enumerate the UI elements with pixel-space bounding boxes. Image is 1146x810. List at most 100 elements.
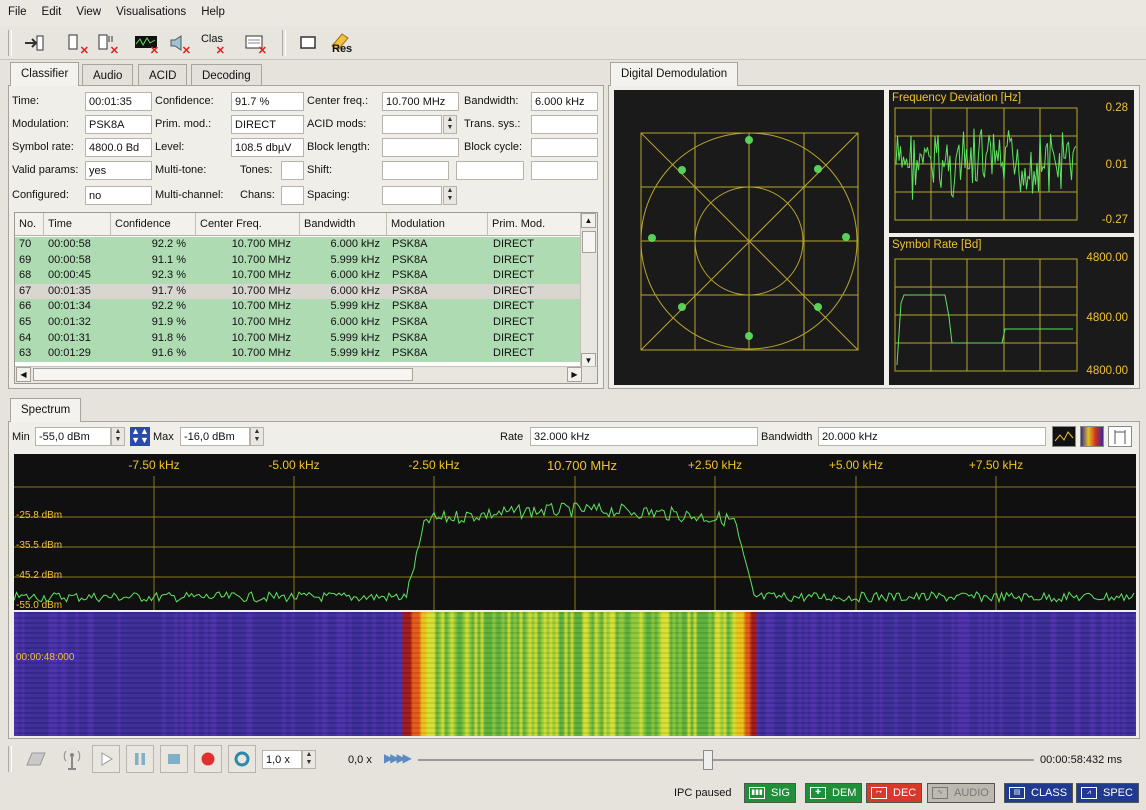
status-dec[interactable]: ↦ DEC — [866, 783, 923, 803]
link-icon[interactable]: ▲▲ ▼▼ — [130, 427, 150, 446]
max-spinner[interactable]: ▲ ▼ — [250, 427, 264, 446]
symbol-rate-field[interactable]: 4800.0 Bd — [85, 138, 152, 157]
column-header-bandwidth[interactable]: Bandwidth — [300, 213, 387, 236]
spacing-spinner[interactable]: ▲ ▼ — [443, 186, 457, 205]
table-row[interactable]: 63 00:01:29 91.6 % 10.700 MHz 5.999 kHz PSK8A… — [15, 346, 581, 362]
scroll-left-icon[interactable]: ◀ — [16, 367, 31, 382]
level-field[interactable]: 108.5 dbµV — [231, 138, 304, 157]
acid-mods-field[interactable] — [382, 115, 442, 134]
table-row[interactable]: 68 00:00:45 92.3 % 10.700 MHz 6.000 kHz PSK8A… — [15, 268, 581, 284]
time-field[interactable]: 00:01:35 — [85, 92, 152, 111]
confidence-field[interactable]: 91.7 % — [231, 92, 304, 111]
column-header-confidence[interactable]: Confidence — [111, 213, 196, 236]
spacing-field[interactable] — [382, 186, 442, 205]
tab-classifier[interactable]: Classifier — [10, 62, 80, 86]
table-row[interactable]: 66 00:01:34 92.2 % 10.700 MHz 5.999 kHz PSK8A… — [15, 299, 581, 315]
play-button[interactable] — [92, 745, 120, 773]
toolbar-grip[interactable] — [8, 30, 12, 56]
close-audio-icon[interactable]: ✕ — [164, 30, 192, 57]
cell-conf: 91.9 % — [151, 316, 186, 328]
tab-audio[interactable]: Audio — [82, 64, 134, 86]
block-cycle-field[interactable] — [531, 138, 598, 157]
results-icon[interactable]: Res — [326, 30, 354, 56]
table-row[interactable]: 65 00:01:32 91.9 % 10.700 MHz 6.000 kHz PSK8A… — [15, 315, 581, 331]
table-row[interactable]: 70 00:00:58 92.2 % 10.700 MHz 6.000 kHz PSK8A… — [15, 237, 581, 253]
scroll-thumb[interactable] — [582, 231, 596, 253]
table-row[interactable]: 69 00:00:58 91.1 % 10.700 MHz 5.999 kHz PSK8A… — [15, 252, 581, 269]
acid-mods-spinner[interactable]: ▲ ▼ — [443, 115, 457, 134]
column-header-modulation[interactable]: Modulation — [387, 213, 488, 236]
status-dem[interactable]: ✚ DEM — [805, 783, 863, 803]
prim-mod-field[interactable]: DIRECT — [231, 115, 304, 134]
status-class[interactable]: ▤ CLASS — [1004, 783, 1074, 803]
close-text-icon[interactable]: ✕ — [240, 30, 268, 57]
close-class-icon[interactable]: Clas ✕ — [198, 30, 226, 57]
block-length-label: Block length: — [307, 141, 370, 153]
block-length-field[interactable] — [382, 138, 459, 157]
speed-field[interactable]: 1,0 x — [262, 750, 302, 769]
bandwidth-field[interactable]: 6.000 kHz — [531, 92, 598, 111]
tab-digital-demodulation[interactable]: Digital Demodulation — [610, 62, 739, 86]
close-spectrum-icon[interactable]: ✕ — [132, 30, 160, 57]
column-header-center-freq[interactable]: Center Freq. — [196, 213, 300, 236]
position-slider-thumb[interactable] — [702, 750, 713, 770]
speed-spinner[interactable]: ▲ ▼ — [302, 750, 316, 769]
table-horizontal-scrollbar[interactable]: ◀ ▶ — [15, 366, 597, 383]
valid-params-field[interactable]: yes — [85, 161, 152, 180]
cell-bw: 6.000 kHz — [330, 284, 380, 297]
column-header-no[interactable]: No. — [15, 213, 44, 236]
status-sig[interactable]: ▮▮▮ SIG — [744, 783, 796, 803]
stop-button[interactable] — [160, 745, 188, 773]
spectrum-bandwidth-field[interactable]: 20.000 kHz — [818, 427, 1046, 446]
window-icon[interactable] — [294, 30, 322, 56]
column-header-time[interactable]: Time — [44, 213, 111, 236]
menu-visualisations[interactable]: Visualisations — [108, 0, 193, 18]
tab-decoding[interactable]: Decoding — [191, 64, 262, 86]
hscroll-thumb[interactable] — [33, 368, 413, 381]
shift-field[interactable] — [382, 161, 449, 180]
close-sig-icon[interactable]: ✕ — [62, 30, 90, 57]
menu-view[interactable]: View — [68, 0, 108, 18]
rate-field[interactable]: 32.000 kHz — [530, 427, 758, 446]
modulation-field[interactable]: PSK8A — [85, 115, 152, 134]
table-row[interactable]: 64 00:01:31 91.8 % 10.700 MHz 5.999 kHz PSK8A… — [15, 330, 581, 347]
configured-field[interactable]: no — [85, 186, 152, 205]
tones-field[interactable] — [281, 161, 304, 180]
max-field[interactable]: -16,0 dBm — [180, 427, 250, 446]
menu-edit[interactable]: Edit — [34, 0, 69, 18]
spectrum-view-icon[interactable] — [1052, 426, 1076, 447]
trans-sys-field[interactable] — [531, 115, 598, 134]
min-spinner[interactable]: ▲ ▼ — [111, 427, 125, 446]
menu-help[interactable]: Help — [193, 0, 232, 18]
chans-field[interactable] — [281, 186, 304, 205]
close-dem-icon[interactable]: ✕ — [92, 30, 120, 57]
position-slider-track[interactable] — [418, 759, 1034, 761]
scroll-up-icon[interactable]: ▲ — [581, 213, 596, 228]
center-freq-field[interactable]: 10.700 MHz — [382, 92, 459, 111]
min-field[interactable]: -55,0 dBm — [35, 427, 111, 446]
tab-acid[interactable]: ACID — [138, 64, 188, 86]
fast-forward-icon[interactable]: ▶▶▶▶ — [384, 751, 414, 765]
table-vertical-scrollbar[interactable]: ▲ ▼ — [580, 213, 597, 368]
marker-view-icon[interactable] — [1108, 426, 1132, 447]
waterfall-view-icon[interactable] — [1080, 426, 1104, 447]
transport-grip[interactable] — [8, 746, 12, 772]
open-file-icon[interactable] — [22, 745, 50, 773]
record-button[interactable] — [194, 745, 222, 773]
tab-spectrum[interactable]: Spectrum — [10, 398, 82, 422]
status-spec[interactable]: ⩘ SPEC — [1076, 783, 1139, 803]
freq-label-minus-2-50: -2.50 kHz — [408, 458, 460, 472]
pause-button[interactable] — [126, 745, 154, 773]
column-header-prim-mod[interactable]: Prim. Mod. — [488, 213, 581, 236]
trans-sys-label: Trans. sys.: — [464, 118, 521, 130]
table-row[interactable]: 67 00:01:35 91.7 % 10.700 MHz 6.000 kHz PSK8A… — [15, 283, 581, 300]
connect-icon[interactable] — [20, 30, 48, 56]
loop-button[interactable] — [228, 745, 256, 773]
status-audio[interactable]: ∿ AUDIO — [927, 783, 995, 803]
cell-prim: DIRECT — [493, 331, 534, 344]
shift-field-3[interactable] — [531, 161, 598, 180]
shift-field-2[interactable] — [456, 161, 524, 180]
antenna-icon[interactable] — [58, 745, 86, 773]
scroll-right-icon[interactable]: ▶ — [567, 367, 582, 382]
menu-file[interactable]: File — [0, 0, 34, 18]
